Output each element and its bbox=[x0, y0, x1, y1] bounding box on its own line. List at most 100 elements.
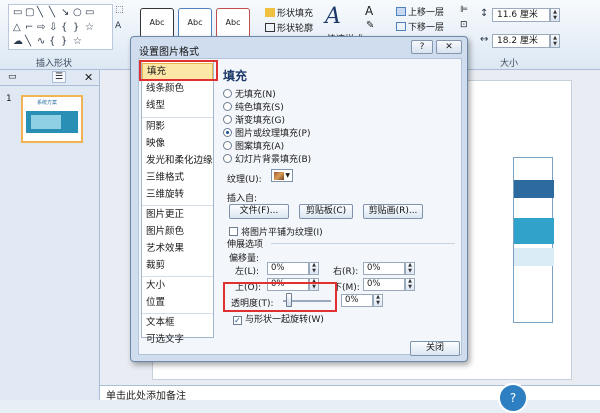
brace-shape-icon[interactable]: { bbox=[49, 37, 55, 47]
rectangle-shape-icon[interactable]: ▢ bbox=[25, 8, 34, 18]
radio-icon bbox=[223, 89, 232, 98]
nav-item-crop[interactable]: 裁剪 bbox=[142, 258, 213, 275]
shape-style-1[interactable]: Abc bbox=[140, 8, 174, 38]
highlight-box-transparency bbox=[223, 282, 337, 312]
help-icon[interactable]: ? bbox=[498, 383, 528, 413]
category-list: 填充 线条颜色 线型 阴影 映像 发光和柔化边缘 三维格式 三维旋转 图片更正 … bbox=[141, 61, 214, 345]
nav-item-line-color[interactable]: 线条颜色 bbox=[142, 81, 213, 98]
radio-icon bbox=[223, 141, 232, 150]
nav-item-glow[interactable]: 发光和柔化边缘 bbox=[142, 153, 213, 170]
solid-fill-radio[interactable]: 纯色填充(S) bbox=[223, 100, 284, 113]
width-field[interactable]: 18.2 厘米 bbox=[492, 34, 550, 48]
right-offset-spinner[interactable]: ▲ ▼ bbox=[405, 262, 415, 275]
clipart-button[interactable]: 剪贴画(R)... bbox=[363, 204, 423, 219]
pen-icon bbox=[265, 23, 275, 32]
chevron-down-icon: ▼ bbox=[285, 172, 290, 179]
send-backward-button[interactable]: 下移一层 bbox=[396, 20, 444, 33]
outline-tab-icon[interactable]: ☰ bbox=[52, 71, 67, 83]
cloud-shape-icon[interactable]: ☁ bbox=[13, 37, 23, 47]
line-shape-icon[interactable]: ⌐ bbox=[25, 23, 33, 33]
group-icon[interactable]: ⊡ bbox=[460, 20, 468, 30]
arrow-shape-icon[interactable]: ↘ bbox=[61, 8, 69, 18]
nav-item-text-box[interactable]: 文本框 bbox=[142, 315, 213, 332]
selected-picture[interactable] bbox=[513, 157, 554, 323]
bottom-offset-spinner[interactable]: ▲ ▼ bbox=[405, 278, 415, 291]
align-icon[interactable]: ⊫ bbox=[460, 5, 468, 15]
height-field[interactable]: 11.6 厘米 bbox=[492, 8, 550, 22]
edit-shape-icon[interactable]: ⬚ bbox=[115, 6, 124, 15]
gradient-fill-radio[interactable]: 渐变填充(G) bbox=[223, 113, 285, 126]
rotate-with-shape-checkbox[interactable]: ✓ 与形状一起旋转(W) bbox=[233, 312, 324, 325]
texture-swatch-icon bbox=[274, 172, 284, 180]
nav-item-alt-text[interactable]: 可选文字 bbox=[142, 332, 213, 345]
insert-shapes-group-label: 插入形状 bbox=[36, 59, 73, 69]
slide-background-fill-radio[interactable]: 幻灯片背景填充(B) bbox=[223, 152, 311, 165]
triangle-shape-icon[interactable]: △ bbox=[13, 23, 21, 33]
rectangle-shape-icon[interactable]: ▭ bbox=[85, 8, 94, 18]
curve-shape-icon[interactable]: ∿ bbox=[37, 37, 45, 47]
paint-bucket-icon bbox=[265, 8, 275, 17]
slide-number: 1 bbox=[6, 94, 12, 104]
star-shape-icon[interactable]: ☆ bbox=[73, 37, 82, 47]
slides-tab-icon[interactable]: ▭ bbox=[8, 72, 17, 82]
transparency-field[interactable]: 0% bbox=[341, 294, 373, 307]
transparency-spinner[interactable]: ▲ ▼ bbox=[373, 294, 383, 307]
arrow-shape-icon[interactable]: ⇨ bbox=[37, 23, 45, 33]
dialog-help-button[interactable]: ? bbox=[411, 40, 433, 54]
star-shape-icon[interactable]: ☆ bbox=[85, 23, 94, 33]
shape-fill-button[interactable]: 形状填充 bbox=[265, 6, 313, 19]
shapes-gallery[interactable]: ▭ ▢ ╲ ╲ ↘ ○ ▭ △ ⌐ ⇨ ⇩ { } ☆ ☁ ╲ ∿ { } ☆ bbox=[8, 4, 113, 50]
slide-thumbnail[interactable]: 系统方案 bbox=[21, 95, 83, 143]
nav-item-picture-corrections[interactable]: 图片更正 bbox=[142, 207, 213, 224]
close-pane-icon[interactable]: ✕ bbox=[84, 71, 93, 84]
notes-placeholder: 单击此处添加备注 bbox=[106, 391, 186, 402]
dialog-close-icon[interactable]: ✕ bbox=[436, 40, 462, 54]
texture-label: 纹理(U): bbox=[227, 175, 262, 185]
nav-item-line-style[interactable]: 线型 bbox=[142, 98, 213, 115]
nav-item-3d-rotation[interactable]: 三维旋转 bbox=[142, 187, 213, 204]
line-shape-icon[interactable]: ╲ bbox=[49, 8, 55, 18]
shape-style-3[interactable]: Abc bbox=[216, 8, 250, 38]
line-shape-icon[interactable]: ╲ bbox=[25, 37, 31, 47]
close-button[interactable]: 关闭 bbox=[410, 341, 460, 356]
shape-style-2[interactable]: Abc bbox=[178, 8, 212, 38]
nav-item-artistic-effects[interactable]: 艺术效果 bbox=[142, 241, 213, 258]
file-button[interactable]: 文件(F)... bbox=[229, 204, 289, 219]
width-icon: ↔ bbox=[480, 34, 489, 45]
pane-tabs: ▭ ☰ ✕ bbox=[0, 70, 99, 86]
shape-outline-button[interactable]: 形状轮廓 bbox=[265, 21, 313, 34]
quick-styles-icon[interactable]: A bbox=[325, 4, 341, 29]
text-box-icon[interactable]: A bbox=[115, 22, 121, 31]
brace-shape-icon[interactable]: } bbox=[73, 23, 79, 33]
brace-shape-icon[interactable]: } bbox=[61, 37, 67, 47]
nav-item-3d-format[interactable]: 三维格式 bbox=[142, 170, 213, 187]
clipboard-button[interactable]: 剪贴板(C) bbox=[299, 204, 353, 219]
bring-forward-button[interactable]: 上移一层 bbox=[396, 5, 444, 18]
height-spinner[interactable]: ▲ ▼ bbox=[550, 8, 560, 22]
texture-dropdown[interactable]: ▼ bbox=[271, 169, 293, 182]
radio-icon bbox=[223, 115, 232, 124]
nav-item-reflection[interactable]: 映像 bbox=[142, 136, 213, 153]
text-fill-icon[interactable]: A bbox=[365, 4, 373, 18]
left-offset-field[interactable]: 0% bbox=[267, 262, 309, 275]
picture-texture-fill-radio[interactable]: 图片或纹理填充(P) bbox=[223, 126, 310, 139]
text-outline-icon[interactable]: ✎ bbox=[366, 20, 374, 31]
rectangle-shape-icon[interactable]: ▭ bbox=[13, 8, 22, 18]
pattern-fill-radio[interactable]: 图案填充(A) bbox=[223, 139, 284, 152]
nav-separator bbox=[142, 205, 213, 206]
nav-item-picture-color[interactable]: 图片颜色 bbox=[142, 224, 213, 241]
right-offset-field[interactable]: 0% bbox=[363, 262, 405, 275]
oval-shape-icon[interactable]: ○ bbox=[73, 8, 82, 18]
send-backward-icon bbox=[396, 22, 406, 31]
left-offset-spinner[interactable]: ▲ ▼ bbox=[309, 262, 319, 275]
nav-item-position[interactable]: 位置 bbox=[142, 295, 213, 312]
nav-item-shadow[interactable]: 阴影 bbox=[142, 119, 213, 136]
dialog-title: 设置图片格式 bbox=[139, 47, 199, 58]
width-spinner[interactable]: ▲ ▼ bbox=[550, 34, 560, 48]
line-shape-icon[interactable]: ╲ bbox=[37, 8, 43, 18]
no-fill-radio[interactable]: 无填充(N) bbox=[223, 87, 276, 100]
arrow-shape-icon[interactable]: ⇩ bbox=[49, 23, 57, 33]
brace-shape-icon[interactable]: { bbox=[61, 23, 67, 33]
nav-item-size[interactable]: 大小 bbox=[142, 278, 213, 295]
bottom-offset-field[interactable]: 0% bbox=[363, 278, 405, 291]
